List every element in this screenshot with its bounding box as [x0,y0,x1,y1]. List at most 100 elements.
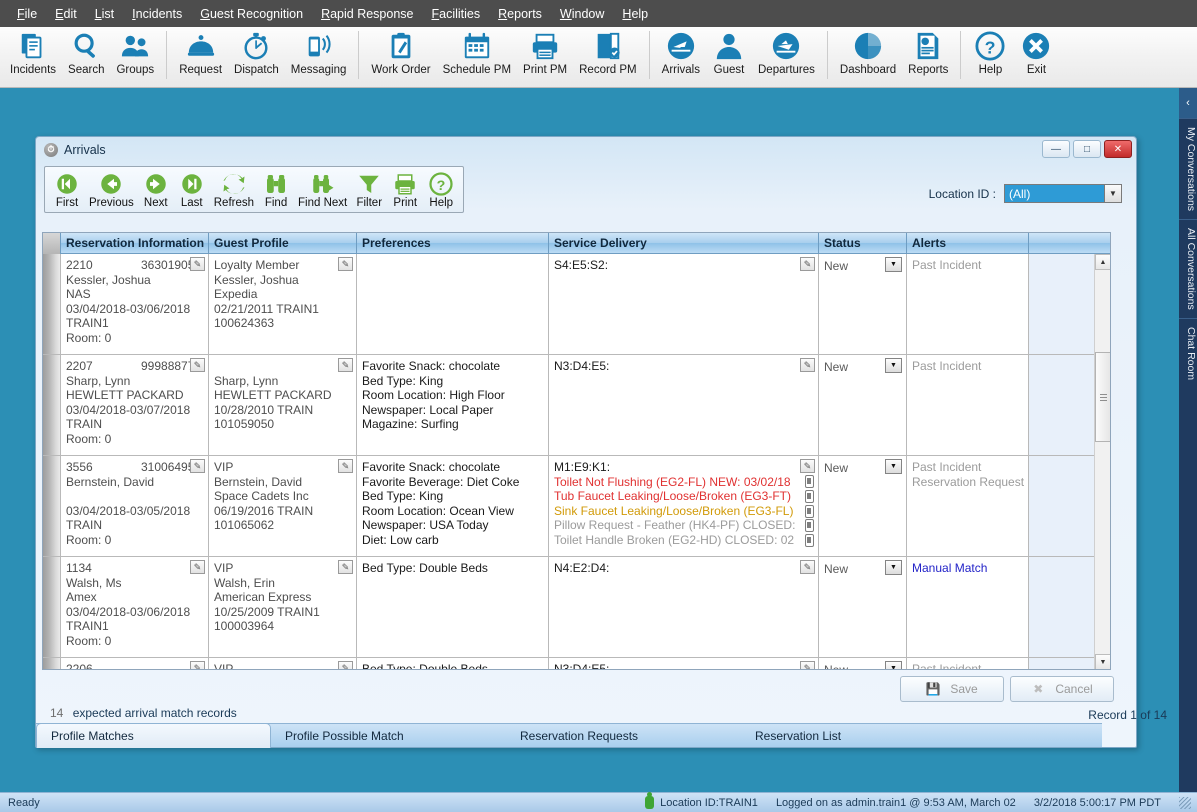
maximize-button[interactable]: □ [1073,140,1101,158]
toolbar-button-record-pm[interactable]: Record PM [573,27,643,76]
grid-header-preferences[interactable]: Preferences [357,233,549,254]
grid-header-status[interactable]: Status [819,233,907,254]
window-toolbar-filter[interactable]: Filter [351,169,387,210]
cell-alerts[interactable]: Past Incident [907,254,1029,354]
cell-status[interactable]: New ▼ [819,658,907,669]
dock-tab-all-conversations[interactable]: All Conversations [1179,219,1197,318]
cell-service-delivery[interactable]: N3:D4:E5: ✎ [549,355,819,455]
menu-item-facilities[interactable]: Facilities [423,4,490,24]
cell-guest-profile[interactable]: VIP Bernstein, David Space Cadets Inc 06/19… [209,456,357,556]
edit-pencil-icon[interactable]: ✎ [800,560,815,574]
toolbar-button-groups[interactable]: Groups [110,27,160,76]
toolbar-button-search[interactable]: Search [62,27,110,76]
cell-status[interactable]: New ▼ [819,456,907,556]
toolbar-button-messaging[interactable]: Messaging [285,27,353,76]
cell-preferences[interactable] [357,254,549,354]
cell-service-delivery[interactable]: N3:D4:E5: ✎ [549,658,819,669]
cell-preferences[interactable]: Bed Type: Double Beds [357,658,549,669]
cell-reservation-information[interactable]: 2210 363019050 Kessler, Joshua NAS 03/04/201… [61,254,209,354]
edit-pencil-icon[interactable]: ✎ [190,358,205,372]
cell-alerts[interactable]: Manual Match [907,557,1029,657]
scrollbar-thumb[interactable] [1095,352,1110,442]
chevron-down-icon[interactable]: ▼ [885,661,902,669]
cell-reservation-information[interactable]: 1134 Walsh, Ms Amex 03/04/2018-03/06/2018 TR… [61,557,209,657]
menu-item-edit[interactable]: Edit [46,4,86,24]
window-toolbar-find[interactable]: Find [258,169,294,210]
row-selector[interactable] [43,456,61,556]
table-row[interactable]: 2210 363019050 Kessler, Joshua NAS 03/04/201… [43,254,1110,355]
tab-profile-matches[interactable]: Profile Matches [36,723,271,748]
dock-collapse-button[interactable]: ‹ [1179,88,1197,118]
tab-reservation-requests[interactable]: Reservation Requests [506,724,741,748]
cell-guest-profile[interactable]: Loyalty Member Kessler, Joshua Expedia 02/2… [209,254,357,354]
menu-item-file[interactable]: File [8,4,46,24]
cell-guest-profile[interactable]: Sharp, Lynn HEWLETT PACKARD 10/28/2010 TRA… [209,355,357,455]
dock-tab-my-conversations[interactable]: My Conversations [1179,118,1197,220]
toolbar-button-dispatch[interactable]: Dispatch [228,27,285,76]
table-row[interactable]: 1134 Walsh, Ms Amex 03/04/2018-03/06/2018 TR… [43,557,1110,658]
menu-item-help[interactable]: Help [613,4,657,24]
toolbar-button-departures[interactable]: Departures [752,27,821,76]
toolbar-button-exit[interactable]: Exit [1013,27,1059,76]
window-toolbar-print[interactable]: Print [387,169,423,210]
menu-item-reports[interactable]: Reports [489,4,551,24]
scroll-up-icon[interactable]: ▲ [1095,254,1110,270]
cell-reservation-information[interactable]: 2206 ✎ [61,658,209,669]
tab-reservation-list[interactable]: Reservation List [741,724,976,748]
edit-pencil-icon[interactable]: ✎ [190,257,205,271]
cancel-button[interactable]: ✖ Cancel [1010,676,1114,702]
save-button[interactable]: 💾 Save [900,676,1004,702]
cell-preferences[interactable]: Bed Type: Double Beds [357,557,549,657]
edit-pencil-icon[interactable]: ✎ [338,560,353,574]
grid-header-alerts[interactable]: Alerts [907,233,1029,254]
toolbar-button-guest[interactable]: Guest [706,27,752,76]
edit-pencil-icon[interactable]: ✎ [190,459,205,473]
cell-preferences[interactable]: Favorite Snack: chocolate Favorite Bevera… [357,456,549,556]
toolbar-button-dashboard[interactable]: Dashboard [834,27,902,76]
scroll-down-icon[interactable]: ▼ [1095,654,1110,669]
toolbar-button-incidents[interactable]: Incidents [4,27,62,76]
edit-pencil-icon[interactable]: ✎ [338,459,353,473]
table-row[interactable]: 2206 ✎ VIP ✎ Bed Type: Double Beds N3:D4:E5: ✎… [43,658,1110,669]
cell-service-delivery[interactable]: N4:E2:D4: ✎ [549,557,819,657]
toolbar-button-arrivals[interactable]: Arrivals [656,27,706,76]
cell-status[interactable]: New ▼ [819,355,907,455]
edit-pencil-icon[interactable]: ✎ [338,661,353,669]
cell-status[interactable]: New ▼ [819,254,907,354]
edit-pencil-icon[interactable]: ✎ [190,661,205,669]
chevron-down-icon[interactable]: ▼ [885,459,902,474]
menu-item-incidents[interactable]: Incidents [123,4,191,24]
toolbar-button-reports[interactable]: Reports [902,27,954,76]
cell-reservation-information[interactable]: 2207 999888777 Sharp, Lynn HEWLETT PACKARD 0… [61,355,209,455]
window-toolbar-find-next[interactable]: Find Next [294,169,351,210]
grid-header-service-delivery[interactable]: Service Delivery [549,233,819,254]
table-row[interactable]: 2207 999888777 Sharp, Lynn HEWLETT PACKARD 0… [43,355,1110,456]
cell-reservation-information[interactable]: 3556 310064951 Bernstein, David 03/04/2018… [61,456,209,556]
grid-vertical-scrollbar[interactable]: ▲ ▼ [1094,254,1110,669]
menu-item-window[interactable]: Window [551,4,613,24]
cell-alerts[interactable]: Past Incident [907,658,1029,669]
cell-service-delivery[interactable]: S4:E5:S2: ✎ [549,254,819,354]
table-row[interactable]: 3556 310064951 Bernstein, David 03/04/2018… [43,456,1110,557]
cell-service-delivery[interactable]: M1:E9:K1: Toilet Not Flushing (EG2-FL) NE… [549,456,819,556]
toolbar-button-work-order[interactable]: Work Order [365,27,436,76]
toolbar-button-help[interactable]: ? Help [967,27,1013,76]
cell-alerts[interactable]: Past Incident [907,355,1029,455]
menu-item-list[interactable]: List [86,4,123,24]
resize-grip-icon[interactable] [1179,796,1191,809]
edit-pencil-icon[interactable]: ✎ [338,358,353,372]
chevron-down-icon[interactable]: ▼ [885,257,902,272]
window-toolbar-first[interactable]: First [49,169,85,210]
window-toolbar-refresh[interactable]: Refresh [210,169,258,210]
menu-item-guest-recognition[interactable]: Guest Recognition [191,4,312,24]
cell-status[interactable]: New ▼ [819,557,907,657]
window-toolbar-next[interactable]: Next [138,169,174,210]
toolbar-button-request[interactable]: Request [173,27,228,76]
edit-pencil-icon[interactable]: ✎ [800,459,815,473]
menu-item-rapid-response[interactable]: Rapid Response [312,4,422,24]
grid-header-reservation-information[interactable]: Reservation Information [61,233,209,254]
edit-pencil-icon[interactable]: ✎ [800,661,815,669]
window-toolbar-previous[interactable]: Previous [85,169,138,210]
cell-guest-profile[interactable]: VIP ✎ [209,658,357,669]
row-selector[interactable] [43,254,61,354]
